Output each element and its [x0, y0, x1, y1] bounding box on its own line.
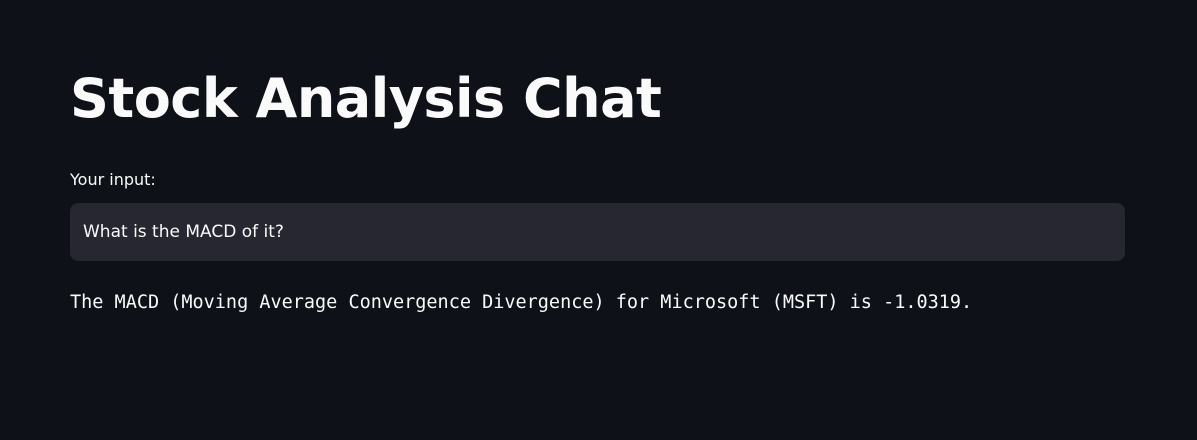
response-text: The MACD (Moving Average Convergence Div… [70, 292, 973, 313]
app-container: Stock Analysis Chat Your input: The MACD… [0, 0, 1197, 440]
input-label: Your input: [70, 170, 156, 189]
page-title: Stock Analysis Chat [70, 67, 662, 130]
chat-input-field[interactable] [70, 203, 1125, 261]
